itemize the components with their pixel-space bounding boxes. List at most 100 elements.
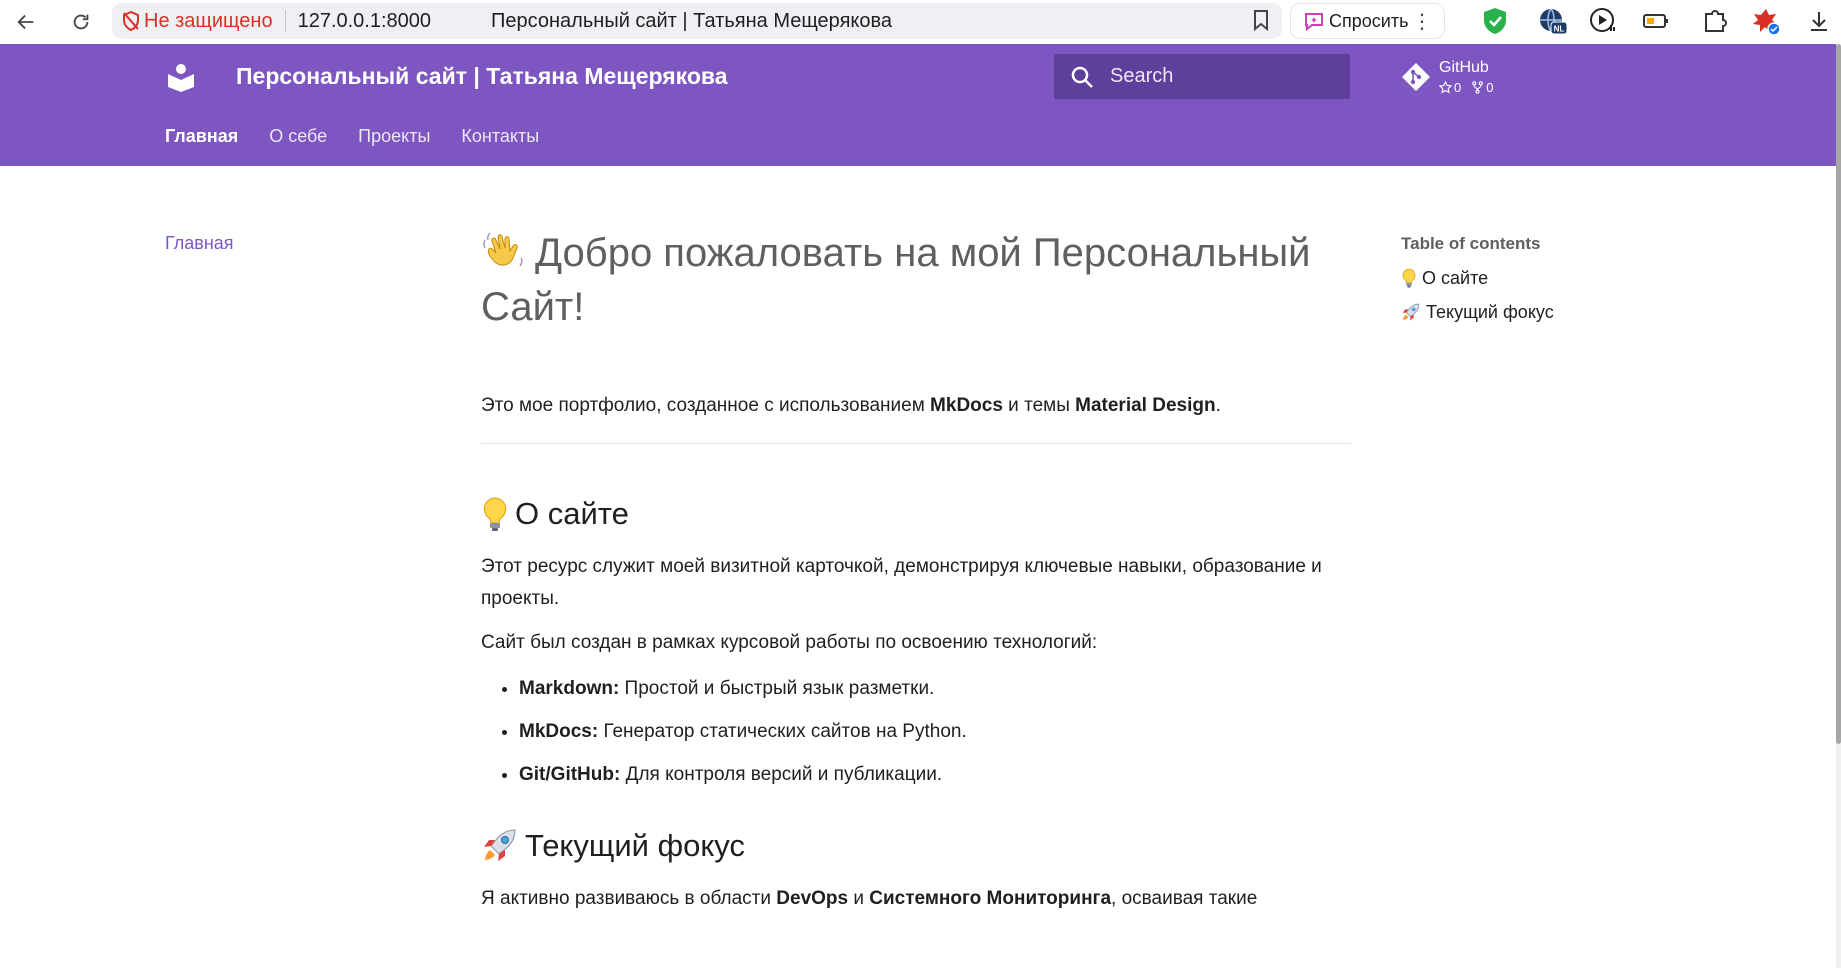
- intro-text-1: Это мое портфолио, созданное с использов…: [481, 395, 931, 416]
- search-box[interactable]: [1054, 54, 1350, 99]
- intro-paragraph: Это мое портфолио, созданное с использов…: [481, 392, 1351, 420]
- header-tabs: Главная О себе Проекты Контакты: [165, 124, 570, 148]
- reload-icon: [73, 14, 89, 30]
- focus-text-2: и: [848, 888, 870, 909]
- list-item: MkDocs: Генератор статических сайтов на …: [519, 718, 1351, 746]
- section-heading-focus: Текущий фокус: [481, 826, 1351, 866]
- site-title[interactable]: Персональный сайт | Татьяна Мещерякова: [236, 62, 728, 90]
- about-paragraph-2: Сайт был создан в рамках курсовой работы…: [481, 632, 1098, 653]
- focus-text-3: , осваивая такие: [1111, 888, 1258, 909]
- list-term: MkDocs:: [519, 721, 599, 742]
- focus-monitoring: Системного Мониторинга: [869, 888, 1112, 909]
- section-heading-about: О сайте: [481, 494, 1351, 534]
- divider: [284, 10, 286, 32]
- toc-title: Table of contents: [1401, 234, 1541, 253]
- forks-count: 0: [1486, 80, 1494, 95]
- list-item: Markdown: Простой и быстрый язык разметк…: [519, 675, 1351, 703]
- list-term: Git/GitHub:: [519, 764, 621, 785]
- lightbulb-icon: [1402, 268, 1416, 288]
- page-scrollbar[interactable]: [1836, 44, 1841, 968]
- repo-facts: 0 0: [1439, 80, 1493, 95]
- toc-item-label: О сайте: [1422, 268, 1489, 288]
- page-title-text: Добро пожаловать на мой Персональный Сай…: [481, 231, 1311, 329]
- toc-item-about[interactable]: О сайте: [1401, 267, 1621, 289]
- focus-text-1: Я активно развиваюсь в области: [481, 888, 777, 909]
- scrollbar-thumb[interactable]: [1836, 44, 1841, 744]
- reload-button[interactable]: [64, 5, 98, 39]
- battery-icon: [1643, 14, 1668, 28]
- star-icon: [1439, 81, 1452, 94]
- extension-adblock[interactable]: [1480, 6, 1510, 36]
- site-header: Персональный сайт | Татьяна Мещерякова G…: [0, 44, 1836, 166]
- browser-toolbar: Не защищено 127.0.0.1:8000 Персональный …: [0, 0, 1841, 44]
- ask-label: Спросить: [1329, 10, 1409, 31]
- fork-icon: [1472, 81, 1484, 94]
- repo-link[interactable]: GitHub 0 0: [1401, 54, 1493, 100]
- divider: [481, 443, 1351, 444]
- search-icon: [1071, 66, 1093, 88]
- back-button[interactable]: [9, 5, 43, 39]
- rocket-icon: [1402, 303, 1420, 320]
- intro-text-3: .: [1215, 395, 1221, 416]
- ai-chat-icon: [1305, 13, 1323, 32]
- list-item: Git/GitHub: Для контроля версий и публик…: [519, 761, 1351, 789]
- security-indicator[interactable]: Не защищено: [122, 10, 273, 33]
- focus-paragraph: Я активно развиваюсь в области DevOps и …: [481, 883, 1351, 915]
- download-icon: [1811, 12, 1827, 31]
- table-of-contents: Table of contents О сайте Текущий фокус: [1401, 233, 1621, 323]
- extension-puzzle[interactable]: [1700, 6, 1730, 36]
- downloads-button[interactable]: [1804, 6, 1834, 36]
- shield-check-icon: [1484, 8, 1506, 34]
- bookmark-icon: [1254, 10, 1268, 32]
- shield-off-icon: [123, 11, 139, 31]
- tab-about[interactable]: О себе: [269, 124, 327, 148]
- extension-battery[interactable]: [1641, 6, 1671, 36]
- section-focus-title: Текущий фокус: [525, 828, 745, 863]
- intro-material: Material Design: [1075, 395, 1216, 416]
- address-bar[interactable]: Не защищено 127.0.0.1:8000 Персональный …: [112, 3, 1282, 39]
- list-desc: Генератор статических сайтов на Python.: [598, 721, 967, 742]
- tab-home[interactable]: Главная: [165, 124, 238, 148]
- main-content: Добро пожаловать на мой Персональный Сай…: [481, 226, 1351, 915]
- tab-projects[interactable]: Проекты: [358, 124, 430, 148]
- tab-title: Персональный сайт | Татьяна Мещерякова: [491, 9, 893, 32]
- focus-devops: DevOps: [776, 888, 849, 909]
- page-title: Добро пожаловать на мой Персональный Сай…: [481, 226, 1351, 334]
- list-desc: Для контроля версий и публикации.: [620, 764, 943, 785]
- extension-vpn[interactable]: NL: [1538, 6, 1568, 36]
- rocket-icon: [484, 829, 516, 861]
- tech-list: Markdown: Простой и быстрый язык разметк…: [481, 675, 1351, 789]
- list-desc: Простой и быстрый язык разметки.: [619, 678, 935, 699]
- site-logo[interactable]: [165, 61, 197, 98]
- toc-item-focus[interactable]: Текущий фокус: [1401, 301, 1621, 323]
- security-label: Не защищено: [144, 9, 273, 32]
- url-text: 127.0.0.1:8000: [297, 9, 432, 32]
- repo-stars: 0: [1439, 80, 1461, 95]
- repo-forks: 0: [1471, 80, 1493, 95]
- avatar-icon: [1753, 9, 1781, 36]
- more-icon[interactable]: ⋮: [1412, 9, 1432, 34]
- toc-item-label: Текущий фокус: [1426, 302, 1554, 322]
- extension-player[interactable]: [1588, 6, 1618, 36]
- extensions-icon: [1705, 10, 1727, 32]
- repo-name: GitHub: [1439, 59, 1489, 76]
- lightbulb-icon: [483, 497, 507, 531]
- sidebar-item-home[interactable]: Главная: [165, 233, 234, 254]
- globe-icon: NL: [1540, 8, 1568, 35]
- ask-button[interactable]: Спросить ⋮: [1290, 3, 1445, 39]
- git-icon: [1402, 63, 1430, 91]
- arrow-left-icon: [17, 14, 34, 30]
- search-input[interactable]: [1108, 64, 1338, 89]
- section-about-title: О сайте: [515, 496, 629, 531]
- tab-contacts[interactable]: Контакты: [461, 124, 539, 148]
- intro-mkdocs: MkDocs: [930, 395, 1003, 416]
- about-paragraph-1: Этот ресурс служит моей визитной карточк…: [481, 556, 1322, 609]
- bookmark-button[interactable]: [1252, 9, 1270, 37]
- play-circle-icon: [1590, 8, 1615, 32]
- list-term: Markdown:: [519, 678, 620, 699]
- waving-hand-icon: [483, 232, 523, 267]
- book-reader-icon: [168, 64, 194, 92]
- stars-count: 0: [1454, 80, 1462, 95]
- profile-avatar[interactable]: [1752, 6, 1782, 36]
- intro-text-2: и темы: [1002, 395, 1076, 416]
